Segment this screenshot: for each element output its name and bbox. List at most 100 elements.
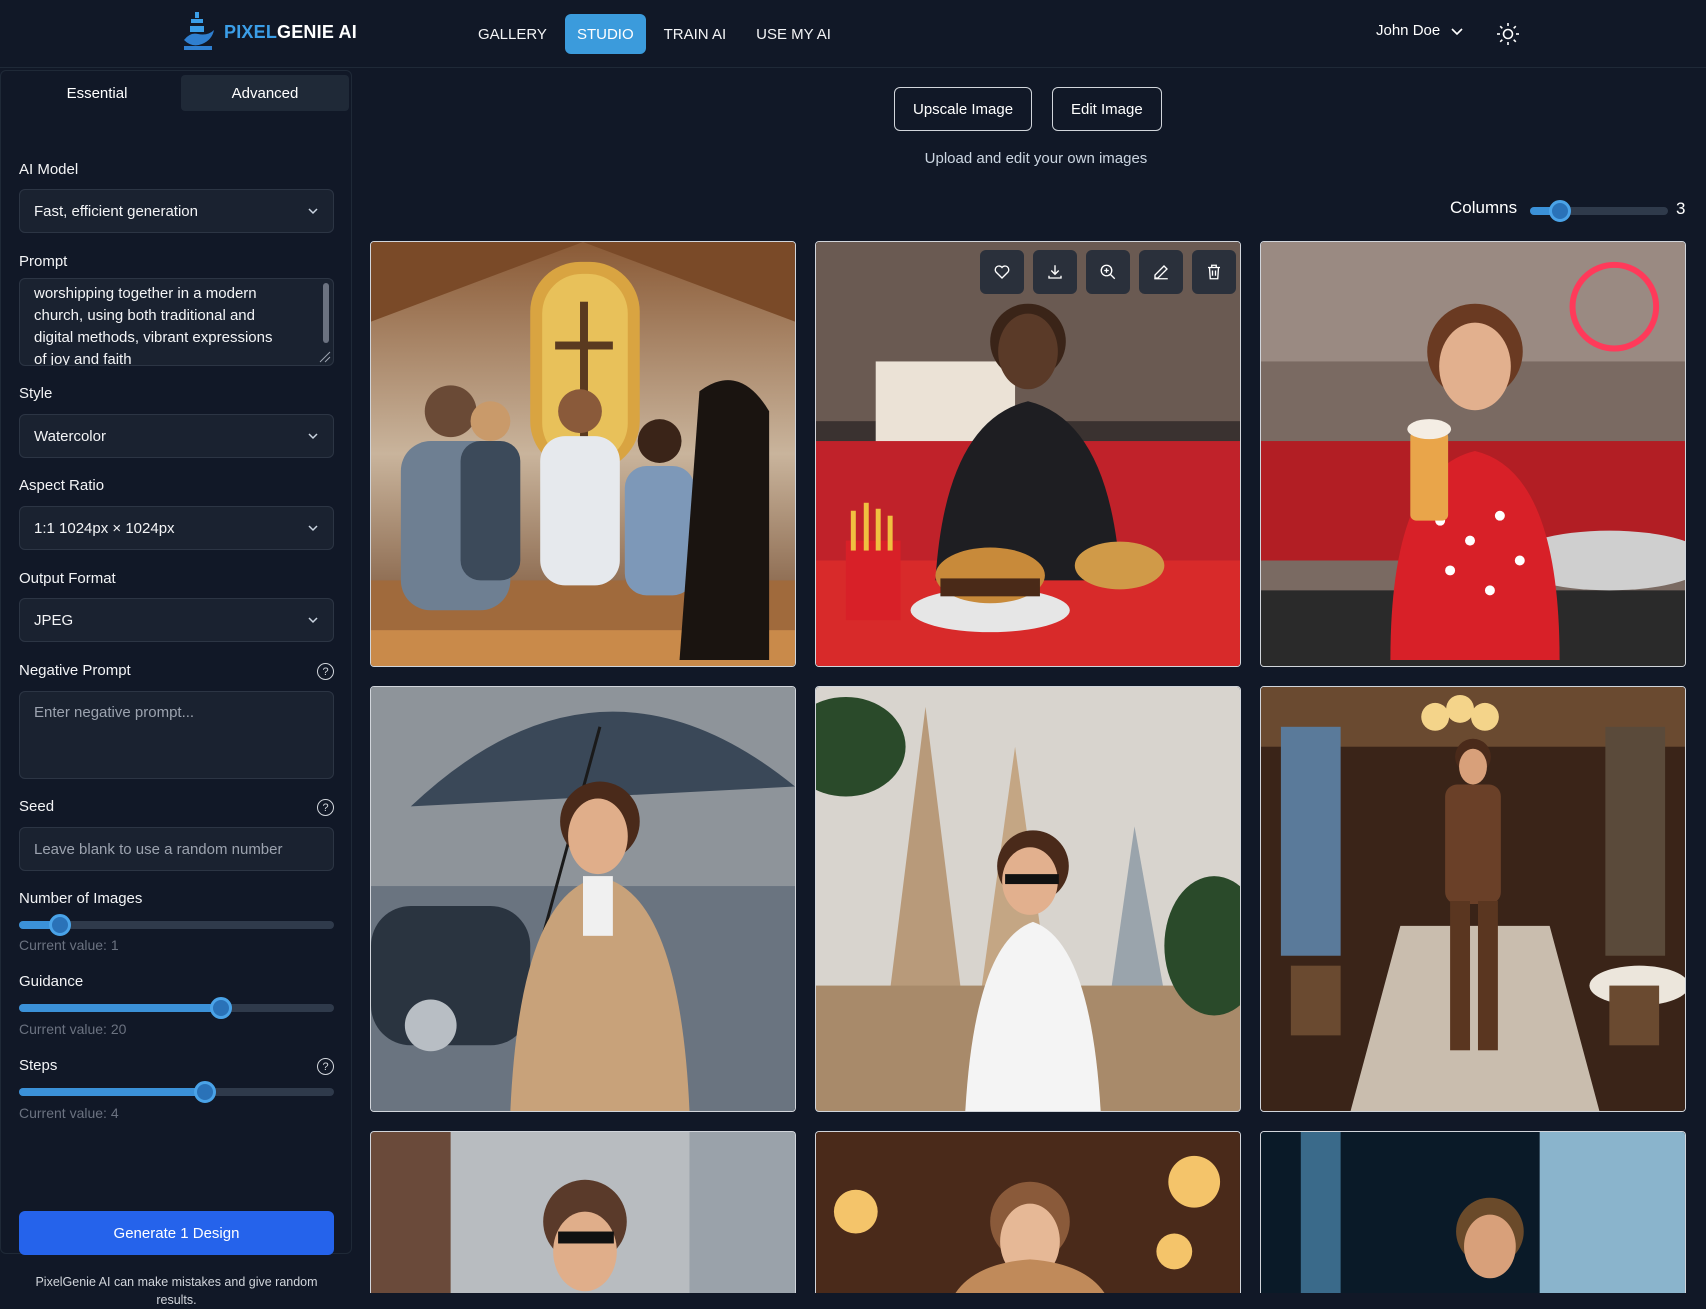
slider-thumb[interactable]	[1549, 200, 1571, 222]
cathedral-man-image	[816, 687, 1240, 1111]
gallery-image[interactable]	[370, 241, 796, 667]
steps-label: Steps	[19, 1057, 58, 1074]
chevron-down-icon	[308, 525, 318, 532]
heart-icon	[994, 265, 1010, 279]
brand-name-part1: PIXEL	[224, 21, 278, 42]
disclaimer-text: PixelGenie AI can make mistakes and give…	[35, 1275, 318, 1307]
chevron-down-icon	[308, 433, 318, 440]
street-woman-image	[371, 1132, 795, 1293]
aspect-ratio-label: Aspect Ratio	[19, 477, 105, 494]
upload-subtitle: Upload and edit your own images	[924, 150, 1148, 167]
help-icon[interactable]: ?	[317, 663, 334, 680]
settings-sidebar: Essential Advanced AI Model Fast, effici…	[0, 70, 352, 1307]
favorite-button[interactable]	[980, 250, 1024, 294]
number-of-images-label: Number of Images	[19, 890, 143, 907]
download-button[interactable]	[1033, 250, 1077, 294]
aspect-ratio-value: 1:1 1024px × 1024px	[34, 519, 175, 537]
negative-prompt-textarea[interactable]: Enter negative prompt...	[19, 691, 334, 779]
output-format-value: JPEG	[34, 611, 74, 629]
ai-model-value: Fast, efficient generation	[34, 202, 198, 220]
prompt-text: worshipping together in a modern church,…	[34, 285, 273, 366]
number-of-images-value: Current value: 1	[19, 937, 119, 953]
number-of-images-slider[interactable]	[19, 914, 334, 936]
user-menu[interactable]: John Doe	[1376, 22, 1464, 39]
gallery-image[interactable]	[1260, 686, 1686, 1112]
slider-thumb[interactable]	[48, 914, 71, 936]
edit-image-button[interactable]: Edit Image	[1052, 87, 1162, 131]
resize-handle-icon[interactable]	[319, 351, 331, 363]
gallery-image[interactable]	[815, 1131, 1241, 1293]
negative-prompt-label: Negative Prompt	[19, 662, 131, 679]
image-actions-toolbar	[980, 250, 1236, 294]
umbrella-woman-image	[371, 687, 795, 1111]
chevron-down-icon	[1451, 27, 1463, 35]
gallery-image[interactable]	[1260, 1131, 1686, 1293]
tab-essential[interactable]: Essential	[13, 75, 181, 111]
retro-diner-woman-image	[1261, 242, 1685, 666]
gallery-image[interactable]	[370, 1131, 796, 1293]
help-icon[interactable]: ?	[317, 1058, 334, 1075]
zoom-button[interactable]	[1086, 250, 1130, 294]
steps-slider[interactable]	[19, 1081, 334, 1103]
download-icon	[1048, 265, 1062, 279]
steps-value: Current value: 4	[19, 1105, 119, 1121]
gallery-image[interactable]	[815, 241, 1241, 667]
ai-model-label: AI Model	[19, 161, 79, 178]
edit-icon	[1154, 265, 1168, 280]
nav-studio[interactable]: STUDIO	[564, 14, 646, 54]
diner-burger-image	[816, 242, 1240, 666]
style-label: Style	[19, 385, 53, 402]
seed-placeholder: Leave blank to use a random number	[34, 840, 283, 858]
columns-slider[interactable]	[1530, 200, 1668, 222]
guidance-value: Current value: 20	[19, 1021, 127, 1037]
trash-icon	[1208, 264, 1220, 280]
gallery-image[interactable]	[1260, 241, 1686, 667]
user-name: John Doe	[1376, 22, 1441, 39]
nav-gallery[interactable]: GALLERY	[466, 14, 559, 54]
aspect-ratio-select[interactable]: 1:1 1024px × 1024px	[19, 506, 334, 550]
waterfall-man-image	[1261, 1132, 1685, 1293]
zoom-in-icon	[1100, 264, 1116, 280]
nav-use-my-ai[interactable]: USE MY AI	[744, 14, 843, 54]
slider-thumb[interactable]	[209, 997, 232, 1019]
guidance-label: Guidance	[19, 973, 84, 990]
gallery-image[interactable]	[370, 686, 796, 1112]
help-icon[interactable]: ?	[317, 799, 334, 816]
style-select[interactable]: Watercolor	[19, 414, 334, 458]
chandelier-woman-image	[816, 1132, 1240, 1293]
seed-label: Seed	[19, 798, 55, 815]
church-worship-image	[371, 242, 795, 666]
output-format-select[interactable]: JPEG	[19, 598, 334, 642]
restaurant-man-image	[1261, 687, 1685, 1111]
slider-fill	[19, 1004, 221, 1012]
logo[interactable]: PIXELGENIE AI	[182, 12, 357, 52]
sidebar-tabs: Essential Advanced	[13, 75, 349, 111]
prompt-label: Prompt	[19, 253, 68, 270]
nav-train-ai[interactable]: TRAIN AI	[652, 14, 739, 54]
chevron-down-icon	[308, 617, 318, 624]
sun-icon[interactable]	[1496, 22, 1520, 46]
textarea-scrollbar[interactable]	[323, 283, 329, 343]
brand-name-part2: GENIE AI	[277, 21, 357, 42]
top-bar: PIXELGENIE AI GALLERY STUDIO TRAIN AI US…	[0, 0, 1706, 68]
tab-advanced[interactable]: Advanced	[181, 75, 349, 111]
generate-button[interactable]: Generate 1 Design	[19, 1211, 334, 1255]
main-nav: GALLERY STUDIO TRAIN AI USE MY AI	[466, 14, 843, 54]
output-format-label: Output Format	[19, 570, 116, 587]
columns-label: Columns	[1450, 198, 1518, 217]
negative-prompt-placeholder: Enter negative prompt...	[34, 704, 195, 721]
prompt-textarea[interactable]: worshipping together in a modern church,…	[19, 278, 334, 366]
delete-button[interactable]	[1192, 250, 1236, 294]
slider-thumb[interactable]	[193, 1081, 216, 1103]
columns-value: 3	[1676, 199, 1686, 218]
genie-lamp-icon	[184, 12, 214, 50]
seed-input[interactable]: Leave blank to use a random number	[19, 827, 334, 871]
style-value: Watercolor	[34, 427, 106, 445]
gallery-image[interactable]	[815, 686, 1241, 1112]
ai-model-select[interactable]: Fast, efficient generation	[19, 189, 334, 233]
guidance-slider[interactable]	[19, 997, 334, 1019]
slider-fill	[19, 1088, 205, 1096]
chevron-down-icon	[308, 208, 318, 215]
edit-button[interactable]	[1139, 250, 1183, 294]
upscale-image-button[interactable]: Upscale Image	[894, 87, 1033, 131]
